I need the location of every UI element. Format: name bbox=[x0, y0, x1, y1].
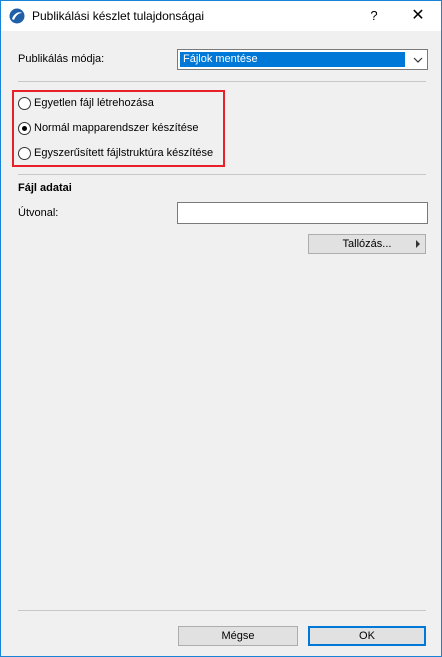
publish-mode-selected-value: Fájlok mentése bbox=[180, 52, 405, 67]
publish-mode-select[interactable]: Fájlok mentése bbox=[177, 49, 428, 70]
cancel-button[interactable]: Mégse bbox=[178, 626, 298, 646]
close-button[interactable]: ✕ bbox=[395, 1, 441, 31]
browse-button-label: Tallózás... bbox=[342, 238, 392, 250]
file-data-heading: Fájl adatai bbox=[18, 182, 72, 194]
separator bbox=[18, 174, 426, 175]
browse-button[interactable]: Tallózás... bbox=[308, 234, 426, 254]
radio-button[interactable] bbox=[18, 147, 31, 160]
publish-mode-label: Publikálás módja: bbox=[18, 53, 105, 65]
help-button[interactable]: ? bbox=[357, 1, 391, 31]
ok-button[interactable]: OK bbox=[308, 626, 426, 646]
dialog-window: Publikálási készlet tulajdonságai ? ✕ Pu… bbox=[0, 0, 442, 657]
path-label: Útvonal: bbox=[18, 207, 59, 219]
chevron-down-icon bbox=[413, 57, 423, 63]
title-bar[interactable]: Publikálási készlet tulajdonságai ? ✕ bbox=[1, 1, 441, 31]
radio-button[interactable] bbox=[18, 122, 31, 135]
radio-button[interactable] bbox=[18, 97, 31, 110]
radio-selected-dot bbox=[22, 126, 27, 131]
app-logo-icon bbox=[9, 8, 25, 24]
separator bbox=[18, 610, 426, 611]
triangle-right-icon bbox=[416, 240, 420, 248]
separator bbox=[18, 81, 426, 82]
window-title: Publikálási készlet tulajdonságai bbox=[32, 9, 205, 23]
radio-label: Egyetlen fájl létrehozása bbox=[34, 97, 154, 109]
path-input[interactable] bbox=[177, 202, 428, 224]
radio-label: Egyszerűsített fájlstruktúra készítése bbox=[34, 147, 214, 159]
radio-label: Normál mapparendszer készítése bbox=[34, 122, 199, 134]
